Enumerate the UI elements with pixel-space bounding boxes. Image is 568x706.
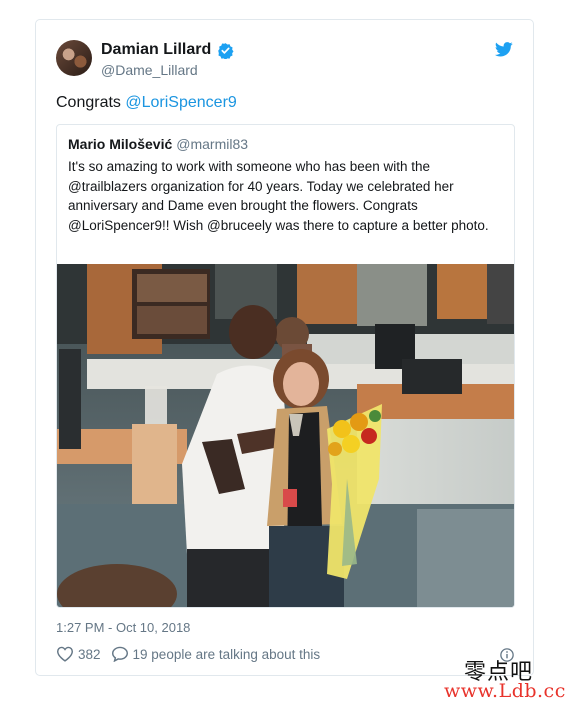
embedded-tweet-card: Damian Lillard @Dame_Lillard Congrats @L… <box>35 19 534 676</box>
mention-link[interactable]: @LoriSpencer9 <box>125 94 236 111</box>
quoted-author-name: Mario Milošević <box>68 136 173 152</box>
like-action[interactable]: 382 <box>56 646 101 662</box>
reply-bubble-icon <box>111 646 128 662</box>
avatar[interactable] <box>56 40 92 76</box>
like-count: 382 <box>78 646 101 662</box>
quoted-tweet-header: Mario Milošević @marmil83 <box>68 136 248 152</box>
engagement-stats: 382 19 people are talking about this <box>56 646 320 662</box>
quoted-author-handle: @marmil83 <box>176 136 249 152</box>
tweet-text-prefix: Congrats <box>56 94 126 111</box>
watermark-url: www.Ldb.cc <box>444 680 566 702</box>
watermark: 零点吧 www.Ldb.cc <box>444 654 566 704</box>
author-name[interactable]: Damian Lillard <box>101 41 211 59</box>
twitter-bird-icon[interactable] <box>495 42 513 57</box>
conversation-text: 19 people are talking about this <box>132 646 321 662</box>
verified-badge-icon <box>218 43 234 59</box>
heart-icon <box>56 646 74 662</box>
tweet-text: Congrats @LoriSpencer9 <box>56 94 237 112</box>
author-handle[interactable]: @Dame_Lillard <box>101 62 198 78</box>
quoted-tweet[interactable]: Mario Milošević @marmil83 It's so amazing… <box>56 124 515 608</box>
quoted-tweet-text: It's so amazing to work with someone who… <box>68 159 489 233</box>
timestamp[interactable]: 1:27 PM - Oct 10, 2018 <box>56 620 190 635</box>
reply-action[interactable]: 19 people are talking about this <box>111 646 321 662</box>
quoted-tweet-photo[interactable] <box>57 264 514 607</box>
